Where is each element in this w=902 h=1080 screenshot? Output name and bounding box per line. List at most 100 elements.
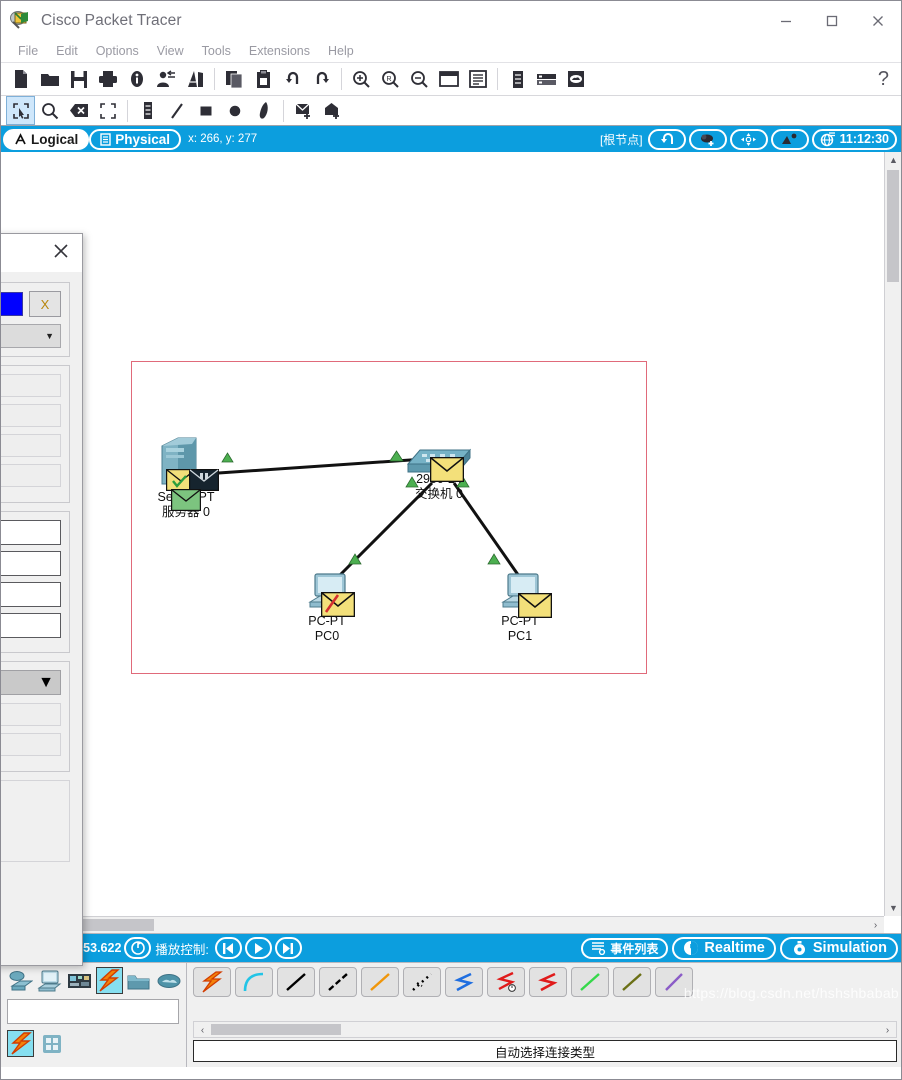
help-question-icon[interactable]: ? [878, 68, 889, 91]
subcategory-connections[interactable] [7, 1030, 34, 1057]
realtime-mode-button[interactable]: Realtime [672, 936, 776, 960]
menu-item-file[interactable]: File [9, 42, 47, 60]
dialog-dropdown-2[interactable]: ▼ [1, 670, 61, 695]
connection-iot-custom[interactable] [613, 967, 651, 997]
menu-item-help[interactable]: Help [319, 42, 363, 60]
new-file-icon[interactable] [6, 65, 35, 94]
viewport-time[interactable]: 11:12:30 [811, 128, 897, 150]
connection-fiber[interactable] [361, 967, 399, 997]
connection-octal[interactable] [571, 967, 609, 997]
dialog-close-button[interactable] [52, 242, 70, 265]
connection-copper-straight[interactable] [277, 967, 315, 997]
close-button[interactable] [855, 2, 901, 40]
playback-back-button[interactable] [214, 937, 242, 959]
window-icon[interactable] [434, 65, 463, 94]
network-info-icon[interactable] [151, 65, 180, 94]
node-pc0[interactable]: PC-PT PC0 [304, 572, 356, 643]
node-server0[interactable]: Server-PT 服务器 0 [156, 434, 220, 519]
scroll-right-arrow-icon[interactable]: › [867, 917, 884, 933]
connection-coaxial[interactable] [445, 967, 483, 997]
connection-automatic[interactable] [193, 967, 231, 997]
connection-scroll-left-icon[interactable]: ‹ [194, 1022, 211, 1039]
connection-scroll-thumb[interactable] [211, 1024, 341, 1035]
set-tiled-background-icon[interactable] [770, 128, 809, 150]
subcategory-grid-view[interactable] [38, 1030, 65, 1057]
connection-phone[interactable] [403, 967, 441, 997]
connection-console[interactable] [235, 967, 273, 997]
back-arrow-icon[interactable] [647, 128, 686, 150]
menu-item-tools[interactable]: Tools [193, 42, 240, 60]
category-network-devices[interactable] [7, 967, 34, 994]
new-cluster-icon[interactable] [688, 128, 727, 150]
event-list-button[interactable]: 事件列表 [581, 937, 669, 959]
dialog-color-field[interactable] [1, 292, 23, 316]
device-list-icon[interactable] [503, 65, 532, 94]
draw-freeform-icon[interactable] [249, 96, 278, 125]
copy-icon[interactable] [220, 65, 249, 94]
dialog-field-a3[interactable] [1, 434, 61, 457]
resize-shape-icon[interactable] [93, 96, 122, 125]
activity-wizard-info-icon[interactable] [122, 65, 151, 94]
category-multiuser-connection[interactable] [155, 967, 182, 994]
print-icon[interactable] [93, 65, 122, 94]
dialog-field-a1[interactable] [1, 374, 61, 397]
tab-physical[interactable]: Physical [89, 128, 182, 150]
scroll-up-arrow-icon[interactable]: ▲ [885, 152, 901, 168]
canvas-vertical-scrollbar[interactable]: ▲ ▼ [884, 152, 901, 916]
playback-forward-button[interactable] [274, 937, 302, 959]
minimize-button[interactable] [763, 2, 809, 40]
tab-logical[interactable]: Logical [3, 128, 90, 150]
dialog-clear-button[interactable]: X [29, 291, 61, 317]
pdu-envelope-dropped[interactable] [320, 591, 356, 622]
undo-icon[interactable] [278, 65, 307, 94]
add-simple-pdu-icon[interactable] [289, 96, 318, 125]
maximize-button[interactable] [809, 2, 855, 40]
dialog-dropdown[interactable]: ▼ [1, 324, 61, 348]
menu-item-extensions[interactable]: Extensions [240, 42, 319, 60]
dialog-field-b4[interactable] [1, 613, 61, 638]
scroll-down-arrow-icon[interactable]: ▼ [885, 900, 901, 916]
category-connections[interactable] [95, 967, 123, 994]
pdu-envelope-received[interactable] [517, 592, 553, 623]
dialog-field-b1[interactable] [1, 520, 61, 545]
paste-icon[interactable] [249, 65, 278, 94]
inspect-magnifier-icon[interactable] [35, 96, 64, 125]
menu-item-view[interactable]: View [148, 42, 193, 60]
zoom-reset-icon[interactable]: R [376, 65, 405, 94]
node-switch0[interactable]: 2950-24 交换机 0 [406, 442, 472, 502]
menu-item-edit[interactable]: Edit [47, 42, 87, 60]
pdu-envelope-queued[interactable] [429, 456, 465, 487]
category-components[interactable] [66, 967, 93, 994]
category-end-devices[interactable] [37, 967, 64, 994]
connection-scroll-right-icon[interactable]: › [879, 1022, 896, 1039]
draw-line-icon[interactable] [162, 96, 191, 125]
palette-icon[interactable] [180, 65, 209, 94]
redo-icon[interactable] [307, 65, 336, 94]
connection-usb[interactable] [655, 967, 693, 997]
dialog-field-c2[interactable] [1, 733, 61, 756]
simulation-mode-button[interactable]: Simulation [779, 936, 898, 960]
dialog-field-a4[interactable] [1, 464, 61, 487]
node-pc1[interactable]: PC-PT PC1 [497, 572, 553, 643]
connection-list-scrollbar[interactable]: ‹ › [193, 1021, 897, 1038]
rack-icon[interactable] [532, 65, 561, 94]
canvas-horizontal-scrollbar[interactable]: › [1, 916, 884, 933]
logical-canvas[interactable]: Server-PT 服务器 0 [1, 152, 884, 916]
menu-item-options[interactable]: Options [87, 42, 148, 60]
select-icon[interactable] [6, 96, 35, 125]
dialog-field-b3[interactable] [1, 582, 61, 607]
category-miscellaneous[interactable] [126, 967, 153, 994]
open-folder-icon[interactable] [35, 65, 64, 94]
connection-serial-dce[interactable] [487, 967, 525, 997]
panel-icon[interactable] [463, 65, 492, 94]
draw-ellipse-icon[interactable] [220, 96, 249, 125]
add-complex-pdu-icon[interactable] [318, 96, 347, 125]
delete-icon[interactable] [64, 96, 93, 125]
dialog-field-b2[interactable] [1, 551, 61, 576]
connection-copper-crossover[interactable] [319, 967, 357, 997]
place-note-icon[interactable] [133, 96, 162, 125]
device-config-dialog[interactable]: X ▼ ▼ [1, 233, 83, 966]
zoom-in-icon[interactable] [347, 65, 376, 94]
move-object-icon[interactable] [729, 128, 768, 150]
zoom-out-icon[interactable] [405, 65, 434, 94]
